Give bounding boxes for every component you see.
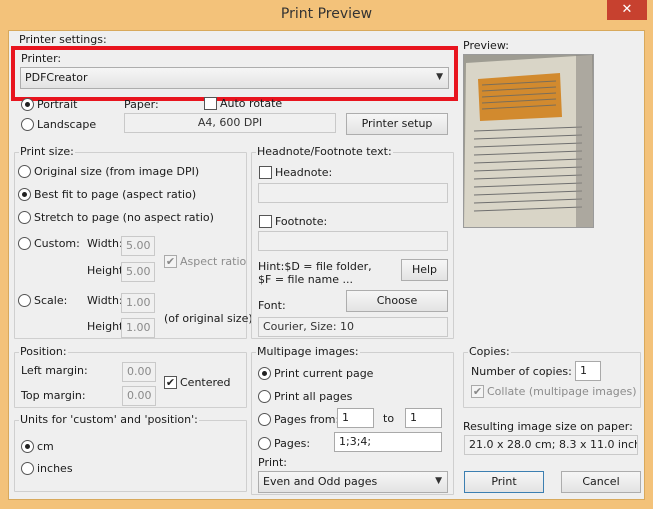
scale-width-input[interactable]: 1.00 — [121, 293, 155, 313]
copies-group: Copies: — [463, 345, 641, 408]
print-current-label: Print current page — [274, 367, 374, 380]
centered-checkbox[interactable]: ✔ — [164, 376, 177, 389]
print-mode-value: Even and Odd pages — [263, 475, 378, 488]
portrait-radio[interactable] — [21, 98, 34, 111]
chevron-down-icon: ▼ — [436, 72, 443, 82]
cm-label: cm — [37, 440, 54, 453]
headnote-group-label: Headnote/Footnote text: — [256, 145, 393, 158]
custom-width-input[interactable]: 5.00 — [121, 236, 155, 256]
copies-label: Copies: — [468, 345, 511, 358]
pages-input[interactable]: 1;3;4; — [334, 432, 442, 452]
font-label: Font: — [258, 299, 286, 312]
pages-from-radio[interactable] — [258, 413, 271, 426]
help-button[interactable]: Help — [401, 259, 448, 281]
inches-label: inches — [37, 462, 73, 475]
paper-label: Paper: — [124, 98, 159, 111]
pages-label: Pages: — [274, 437, 311, 450]
headnote-label: Headnote: — [275, 166, 333, 179]
portrait-label: Portrait — [37, 98, 78, 111]
multipage-label: Multipage images: — [256, 345, 360, 358]
resulting-size-field: 21.0 x 28.0 cm; 8.3 x 11.0 inches — [464, 435, 638, 455]
pages-to-label: to — [383, 412, 395, 425]
pages-to-input[interactable]: 1 — [405, 408, 442, 428]
of-original-label: (of original size) — [164, 312, 253, 325]
window-title: Print Preview — [280, 6, 373, 22]
left-margin-label: Left margin: — [21, 364, 88, 377]
pages-radio[interactable] — [258, 437, 271, 450]
best-fit-label: Best fit to page (aspect ratio) — [34, 188, 197, 201]
printer-label: Printer: — [21, 52, 62, 65]
aspect-ratio-checkbox[interactable]: ✔ — [164, 255, 177, 268]
print-button[interactable]: Print — [464, 471, 544, 493]
position-label: Position: — [19, 345, 68, 358]
collate-label: Collate (multipage images) — [487, 385, 637, 398]
printer-select[interactable]: PDFCreator ▼ — [20, 67, 449, 89]
custom-height-input[interactable]: 5.00 — [121, 262, 155, 282]
stretch-label: Stretch to page (no aspect ratio) — [34, 211, 214, 224]
choose-font-button[interactable]: Choose — [346, 290, 448, 312]
print-current-radio[interactable] — [258, 367, 271, 380]
number-of-copies-label: Number of copies: — [471, 365, 572, 378]
resulting-size-label: Resulting image size on paper: — [463, 420, 633, 433]
printer-select-value: PDFCreator — [25, 71, 88, 84]
custom-width-label: Width: — [87, 237, 123, 250]
dialog-client: Printer settings: Printer: PDFCreator ▼ … — [8, 30, 645, 500]
scale-label: Scale: — [34, 294, 68, 307]
print-all-label: Print all pages — [274, 390, 353, 403]
collate-checkbox[interactable]: ✔ — [471, 385, 484, 398]
original-size-radio[interactable] — [18, 165, 31, 178]
preview-photo — [464, 55, 593, 227]
units-group: Units for 'custom' and 'position': — [14, 413, 247, 492]
headnote-checkbox[interactable] — [259, 166, 272, 179]
copies-input[interactable]: 1 — [575, 361, 601, 381]
custom-radio[interactable] — [18, 237, 31, 250]
footnote-input[interactable] — [258, 231, 448, 251]
chevron-down-icon: ▼ — [435, 476, 442, 486]
pages-from-label: Pages from: — [274, 413, 340, 426]
hint-line-2: $F = file name ... — [258, 273, 353, 286]
scale-width-label: Width: — [87, 294, 123, 307]
hint-line-1: Hint:$D = file folder, — [258, 260, 372, 273]
preview-label: Preview: — [463, 39, 509, 52]
scale-radio[interactable] — [18, 294, 31, 307]
left-margin-input[interactable]: 0.00 — [122, 362, 156, 382]
paper-value-field: A4, 600 DPI — [124, 113, 336, 133]
print-mode-label: Print: — [258, 456, 288, 469]
original-size-label: Original size (from image DPI) — [34, 165, 200, 178]
custom-label: Custom: — [34, 237, 80, 250]
cancel-button[interactable]: Cancel — [561, 471, 641, 493]
cm-radio[interactable] — [21, 440, 34, 453]
stretch-radio[interactable] — [18, 211, 31, 224]
best-fit-radio[interactable] — [18, 188, 31, 201]
inches-radio[interactable] — [21, 462, 34, 475]
footnote-label: Footnote: — [275, 215, 328, 228]
aspect-ratio-label: Aspect ratio — [180, 255, 247, 268]
headnote-input[interactable] — [258, 183, 448, 203]
top-margin-input[interactable]: 0.00 — [122, 386, 156, 406]
close-button[interactable]: ✕ — [607, 0, 647, 20]
font-value-field: Courier, Size: 10 — [258, 317, 448, 337]
footnote-checkbox[interactable] — [259, 215, 272, 228]
auto-rotate-label: Auto rotate — [220, 97, 283, 110]
pages-from-input[interactable]: 1 — [337, 408, 374, 428]
landscape-radio[interactable] — [21, 118, 34, 131]
centered-label: Centered — [180, 376, 231, 389]
print-size-label: Print size: — [19, 145, 75, 158]
top-margin-label: Top margin: — [21, 389, 86, 402]
print-all-radio[interactable] — [258, 390, 271, 403]
preview-image — [463, 54, 594, 228]
scale-height-input[interactable]: 1.00 — [121, 318, 155, 338]
print-preview-window: Print Preview ✕ Printer settings: Printe… — [0, 0, 653, 509]
title-bar: Print Preview ✕ — [0, 0, 653, 30]
print-mode-select[interactable]: Even and Odd pages ▼ — [258, 471, 448, 493]
printer-setup-button[interactable]: Printer setup — [346, 113, 448, 135]
landscape-label: Landscape — [37, 118, 97, 131]
units-label: Units for 'custom' and 'position': — [19, 413, 199, 426]
printer-settings-label: Printer settings: — [19, 33, 107, 46]
auto-rotate-checkbox[interactable] — [204, 97, 217, 110]
